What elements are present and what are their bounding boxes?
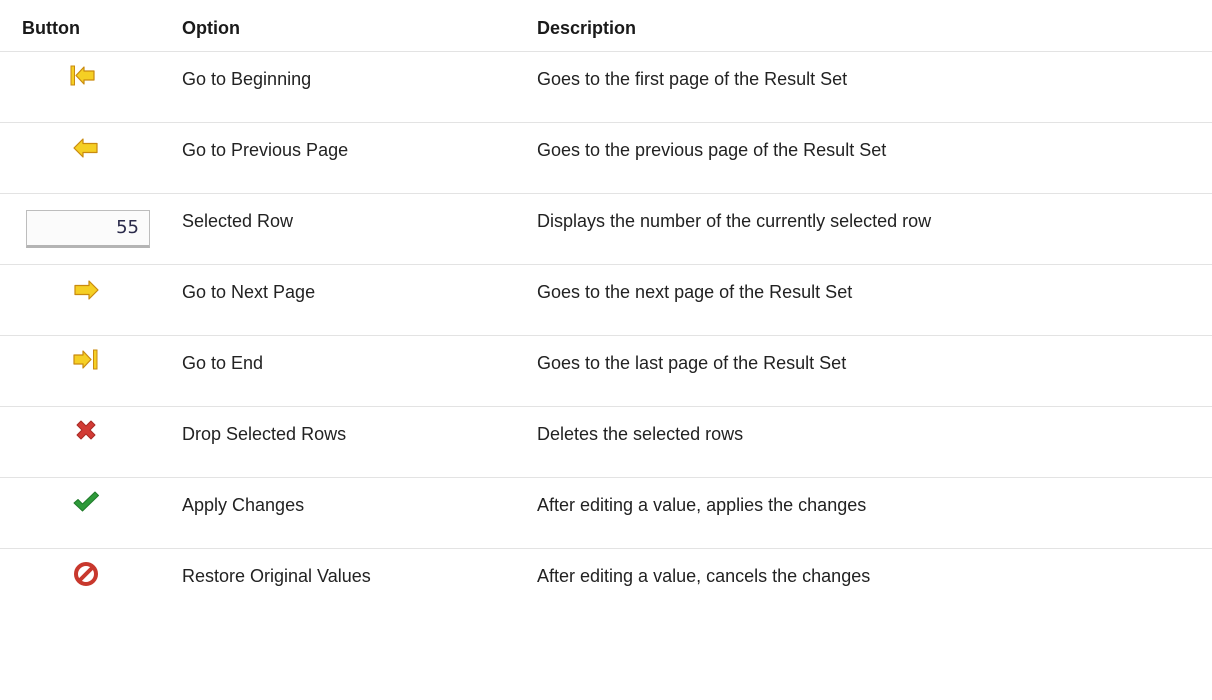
table-row: Go to Previous Page Goes to the previous… xyxy=(0,123,1212,194)
description-text: Goes to the last page of the Result Set xyxy=(537,353,847,373)
table-row: 55 Selected Row Displays the number of t… xyxy=(0,194,1212,265)
option-label: Selected Row xyxy=(182,211,294,231)
description-text: After editing a value, cancels the chang… xyxy=(537,566,871,586)
option-label: Apply Changes xyxy=(182,495,305,515)
table-row: Apply Changes After editing a value, app… xyxy=(0,478,1212,549)
description-text: Displays the number of the currently sel… xyxy=(537,211,932,231)
header-option: Option xyxy=(182,18,240,38)
option-label: Go to Previous Page xyxy=(182,140,349,160)
button-reference-table: Button Option Description Go to Beginnin… xyxy=(0,0,1212,700)
description-text: Goes to the next page of the Result Set xyxy=(537,282,853,302)
description-text: Goes to the first page of the Result Set xyxy=(537,69,848,89)
option-label: Go to Next Page xyxy=(182,282,316,302)
go-to-end-icon xyxy=(71,344,101,374)
go-to-previous-icon xyxy=(71,133,101,163)
header-description: Description xyxy=(537,18,637,38)
description-text: Deletes the selected rows xyxy=(537,424,744,444)
option-label: Restore Original Values xyxy=(182,566,371,586)
go-to-beginning-icon xyxy=(68,60,98,90)
drop-rows-icon xyxy=(73,417,99,443)
table-header: Button Option Description xyxy=(0,0,1212,52)
apply-changes-icon xyxy=(72,490,100,514)
table-row: Go to Next Page Goes to the next page of… xyxy=(0,265,1212,336)
option-label: Go to Beginning xyxy=(182,69,312,89)
restore-values-icon xyxy=(73,561,99,587)
go-to-next-icon xyxy=(71,275,101,305)
option-label: Go to End xyxy=(182,353,264,373)
table-row: Restore Original Values After editing a … xyxy=(0,549,1212,620)
description-text: After editing a value, applies the chang… xyxy=(537,495,867,515)
option-label: Drop Selected Rows xyxy=(182,424,347,444)
table-row: Go to Beginning Goes to the first page o… xyxy=(0,52,1212,123)
description-text: Goes to the previous page of the Result … xyxy=(537,140,887,160)
header-button: Button xyxy=(22,18,80,38)
table-row: Drop Selected Rows Deletes the selected … xyxy=(0,407,1212,478)
table-row: Go to End Goes to the last page of the R… xyxy=(0,336,1212,407)
selected-row-field[interactable]: 55 xyxy=(26,210,150,248)
